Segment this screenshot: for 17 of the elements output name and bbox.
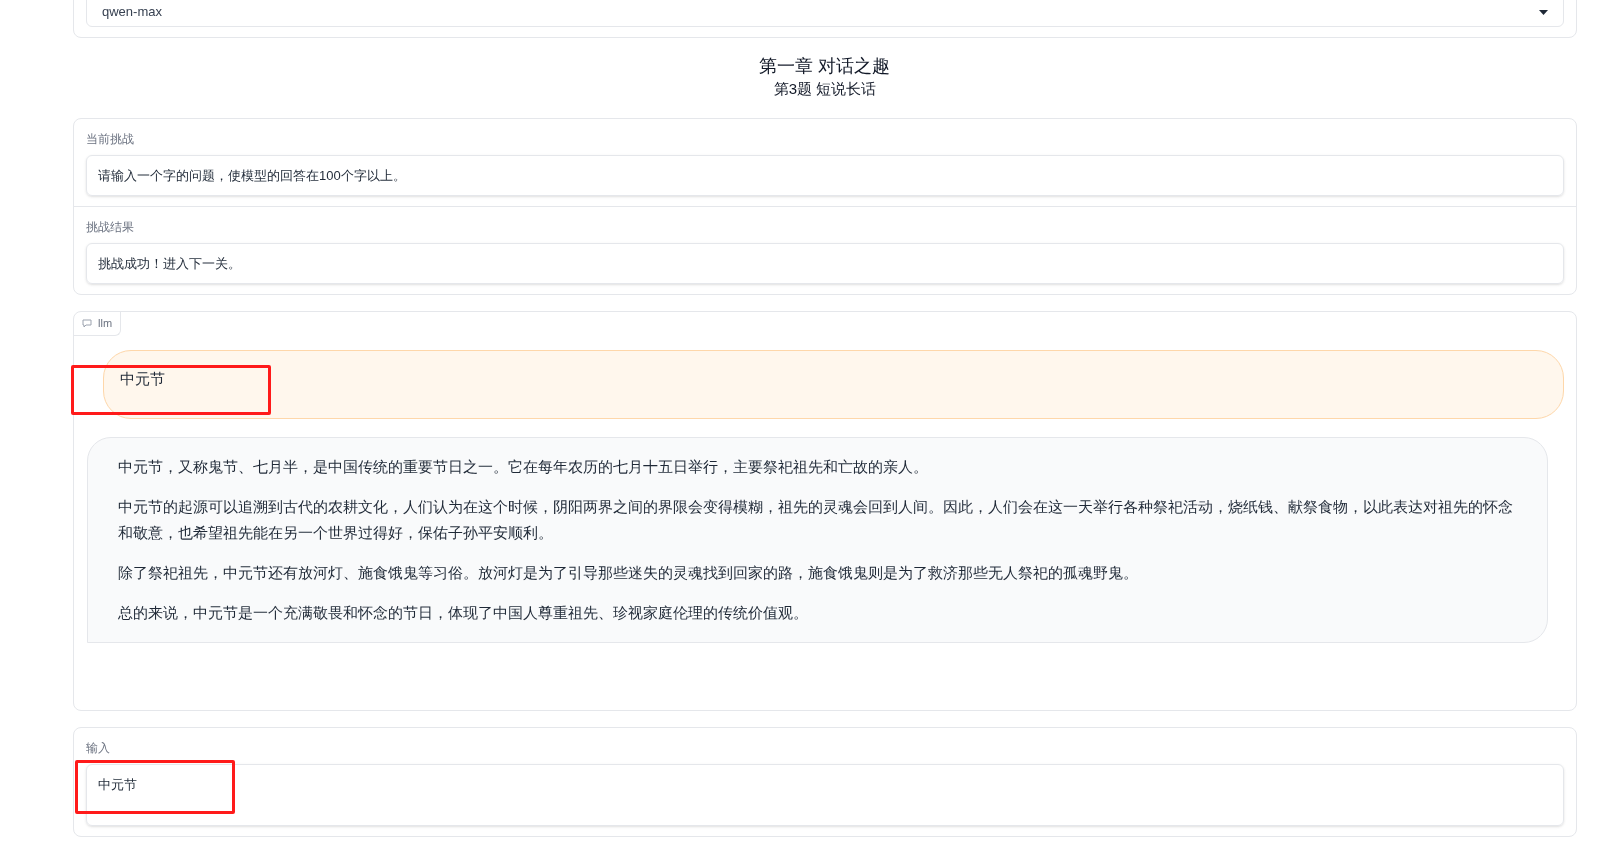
chat-label: llm (74, 312, 122, 336)
field-label: 输入 (86, 740, 111, 757)
field-label: 挑战结果 (86, 219, 135, 236)
chat-icon (82, 319, 92, 328)
chapter-title: 第一章 对话之趣 (759, 55, 891, 78)
field-label: 当前挑战 (86, 131, 135, 148)
model-select[interactable]: qwen-max (86, 0, 1564, 27)
text-field[interactable]: 挑战成功！进入下一关。 (86, 243, 1564, 284)
caret-icon (1539, 9, 1548, 15)
message-text: 总的来说，中元节是一个充满敬畏和怀念的节日，体现了中国人尊重祖先、珍视家庭伦理的传统价值观。 (118, 603, 809, 623)
message-text: 中元节的起源可以追溯到古代的农耕文化，人们认为在这个时候，阴阳两界之间的界限会变得模糊，祖先的灵魂会回到人间。因此，人们会在这一天举行各种祭祀活动，烧纸钱、献祭食物，以此表达对祖先的怀念和敬意，也希望祖先能在另一个世界过得好，保佑子孙平安顺利。 (118, 497, 1514, 543)
message-text: 中元节 (120, 369, 166, 389)
input-field[interactable]: 中元节 (86, 764, 1564, 826)
message-text: 中元节，又称鬼节、七月半，是中国传统的重要节日之一。它在每年农历的七月十五日举行，主要祭祀祖先和亡故的亲人。 (118, 457, 929, 477)
message-text: 除了祭祀祖先，中元节还有放河灯、施食饿鬼等习俗。放河灯是为了引导那些迷失的灵魂找到回家的路，施食饿鬼则是为了救济那些无人祭祀的孤魂野鬼。 (118, 563, 1139, 583)
text-field[interactable]: 请输入一个字的问题，使模型的回答在100个字以上。 (86, 155, 1564, 196)
chapter-subtitle: 第3题 短说长话 (773, 79, 877, 99)
